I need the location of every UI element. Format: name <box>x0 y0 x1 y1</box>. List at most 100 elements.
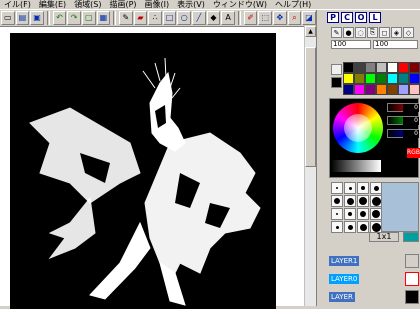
brush-shape-option[interactable] <box>344 221 356 233</box>
fill-icon[interactable]: ◈ <box>391 27 402 38</box>
vertical-scrollbar[interactable]: ▲ <box>304 26 316 306</box>
palette-swatch[interactable] <box>343 84 354 95</box>
brush-preview <box>381 182 419 232</box>
menu-select[interactable]: 領域(S) <box>70 0 105 10</box>
brush-shape-option[interactable] <box>344 195 356 207</box>
menu-window[interactable]: ウィンドウ(W) <box>209 0 271 10</box>
tab-p[interactable]: P <box>327 12 339 23</box>
opacity-field[interactable]: 100 <box>373 40 418 49</box>
menu-view[interactable]: 表示(V) <box>173 0 209 10</box>
palette-swatch[interactable] <box>387 73 398 84</box>
copy-brush-icon[interactable]: ⎘ <box>367 27 378 38</box>
menu-draw[interactable]: 描画(P) <box>105 0 140 10</box>
layer-row[interactable]: LAYER0 <box>329 272 420 286</box>
red-value: 0 <box>403 104 419 112</box>
zoom-level[interactable]: 1x1 <box>369 232 399 242</box>
palette-swatch[interactable] <box>376 62 387 73</box>
palette-swatch[interactable] <box>365 73 376 84</box>
tab-l[interactable]: L <box>369 12 381 23</box>
brush-select-icon[interactable]: ✐ <box>243 11 258 25</box>
paste-icon[interactable]: ▦ <box>96 11 111 25</box>
canvas-workspace[interactable] <box>0 26 316 309</box>
move-tool-icon[interactable]: ✥ <box>273 11 287 25</box>
bg-color-swatch[interactable] <box>331 77 342 88</box>
menu-help[interactable]: ヘルプ(H) <box>271 0 315 10</box>
hand-tool-icon[interactable]: ◪ <box>302 11 316 25</box>
menu-bar: イル(F) 編集(E) 領域(S) 描画(P) 画像(I) 表示(V) ウィンド… <box>0 0 420 10</box>
menu-image[interactable]: 画像(I) <box>141 0 174 10</box>
palette-swatch[interactable] <box>343 73 354 84</box>
brush-shape-grid[interactable] <box>331 182 382 233</box>
drawing-canvas[interactable] <box>10 33 276 309</box>
palette-swatch[interactable] <box>354 73 365 84</box>
palette-swatch[interactable] <box>387 84 398 95</box>
palette-swatch[interactable] <box>398 73 409 84</box>
brush-shape-option[interactable] <box>357 221 369 233</box>
brush-shape-option[interactable] <box>357 208 369 220</box>
color-palette[interactable] <box>343 62 420 96</box>
scroll-thumb[interactable] <box>305 47 316 167</box>
layer-thumbnail <box>405 290 419 304</box>
rectangle-tool-icon[interactable]: □ <box>162 11 177 25</box>
brush-shape-option[interactable] <box>344 182 356 194</box>
airbrush-tool-icon[interactable]: ∴ <box>148 11 162 25</box>
pen-type-row: ✎ ● ◌ ⎘ ◻ ◈ ◇ <box>331 27 414 38</box>
value-gradient[interactable] <box>331 160 381 172</box>
palette-swatch[interactable] <box>343 62 354 73</box>
tab-c[interactable]: C <box>341 12 353 23</box>
brush-shape-option[interactable] <box>344 208 356 220</box>
brush-shape-option[interactable] <box>331 208 343 220</box>
layer-name: LAYER0 <box>329 274 360 284</box>
new-file-icon[interactable]: ▭ <box>1 11 15 25</box>
zoom-tool-icon[interactable]: ⌕ <box>287 11 302 25</box>
zoom-indicator <box>403 232 419 242</box>
palette-swatch[interactable] <box>398 62 409 73</box>
palette-swatch[interactable] <box>354 84 365 95</box>
palette-swatch[interactable] <box>387 62 398 73</box>
erase-icon[interactable]: ◻ <box>379 27 390 38</box>
dot-icon[interactable]: ● <box>343 27 354 38</box>
palette-swatch[interactable] <box>365 84 376 95</box>
scroll-up-icon[interactable]: ▲ <box>305 26 316 37</box>
palette-swatch[interactable] <box>365 62 376 73</box>
fill-tool-icon[interactable]: ◆ <box>206 11 221 25</box>
palette-swatch[interactable] <box>409 84 420 95</box>
open-icon[interactable]: ▤ <box>15 11 30 25</box>
pen-icon[interactable]: ✎ <box>331 27 342 38</box>
layer-thumbnail <box>405 254 419 268</box>
text-tool-icon[interactable]: A <box>221 11 235 25</box>
palette-swatch[interactable] <box>376 84 387 95</box>
color-wheel-center <box>344 114 372 142</box>
toolbar: ▭ ▤ ▣ ↶ ↷ ▢ ▦ ✎ ▰ ∴ □ ○ ╱ ◆ A ✐ ⬚ ✥ ⌕ ◪ <box>0 10 316 26</box>
menu-file[interactable]: イル(F) <box>0 0 35 10</box>
redo-icon[interactable]: ↷ <box>67 11 81 25</box>
ellipse-tool-icon[interactable]: ○ <box>177 11 192 25</box>
layer-row[interactable]: LAYER <box>329 290 420 304</box>
palette-swatch[interactable] <box>409 73 420 84</box>
brush-size-field[interactable]: 100 <box>331 40 371 49</box>
select-tool-icon[interactable]: ⬚ <box>258 11 273 25</box>
blue-value: 0 <box>403 130 419 138</box>
undo-icon[interactable]: ↶ <box>52 11 67 25</box>
brush-shape-option[interactable] <box>331 221 343 233</box>
brush-shape-option[interactable] <box>357 195 369 207</box>
fg-color-swatch[interactable] <box>331 64 342 75</box>
layer-row[interactable]: LAYER1 <box>329 254 420 268</box>
blur-icon[interactable]: ◌ <box>355 27 366 38</box>
brush-shape-option[interactable] <box>357 182 369 194</box>
copy-icon[interactable]: ▢ <box>81 11 96 25</box>
menu-edit[interactable]: 編集(E) <box>35 0 70 10</box>
clear-icon[interactable]: ◇ <box>403 27 414 38</box>
palette-swatch[interactable] <box>409 62 420 73</box>
eraser-tool-icon[interactable]: ▰ <box>133 11 148 25</box>
brush-shape-option[interactable] <box>331 182 343 194</box>
palette-swatch[interactable] <box>376 73 387 84</box>
pen-tool-icon[interactable]: ✎ <box>119 11 133 25</box>
palette-swatch[interactable] <box>354 62 365 73</box>
palette-swatch[interactable] <box>398 84 409 95</box>
save-icon[interactable]: ▣ <box>30 11 44 25</box>
line-tool-icon[interactable]: ╱ <box>192 11 206 25</box>
rgb-mode-button[interactable]: RGB <box>407 148 420 158</box>
brush-shape-option[interactable] <box>331 195 343 207</box>
tab-o[interactable]: O <box>355 12 367 23</box>
